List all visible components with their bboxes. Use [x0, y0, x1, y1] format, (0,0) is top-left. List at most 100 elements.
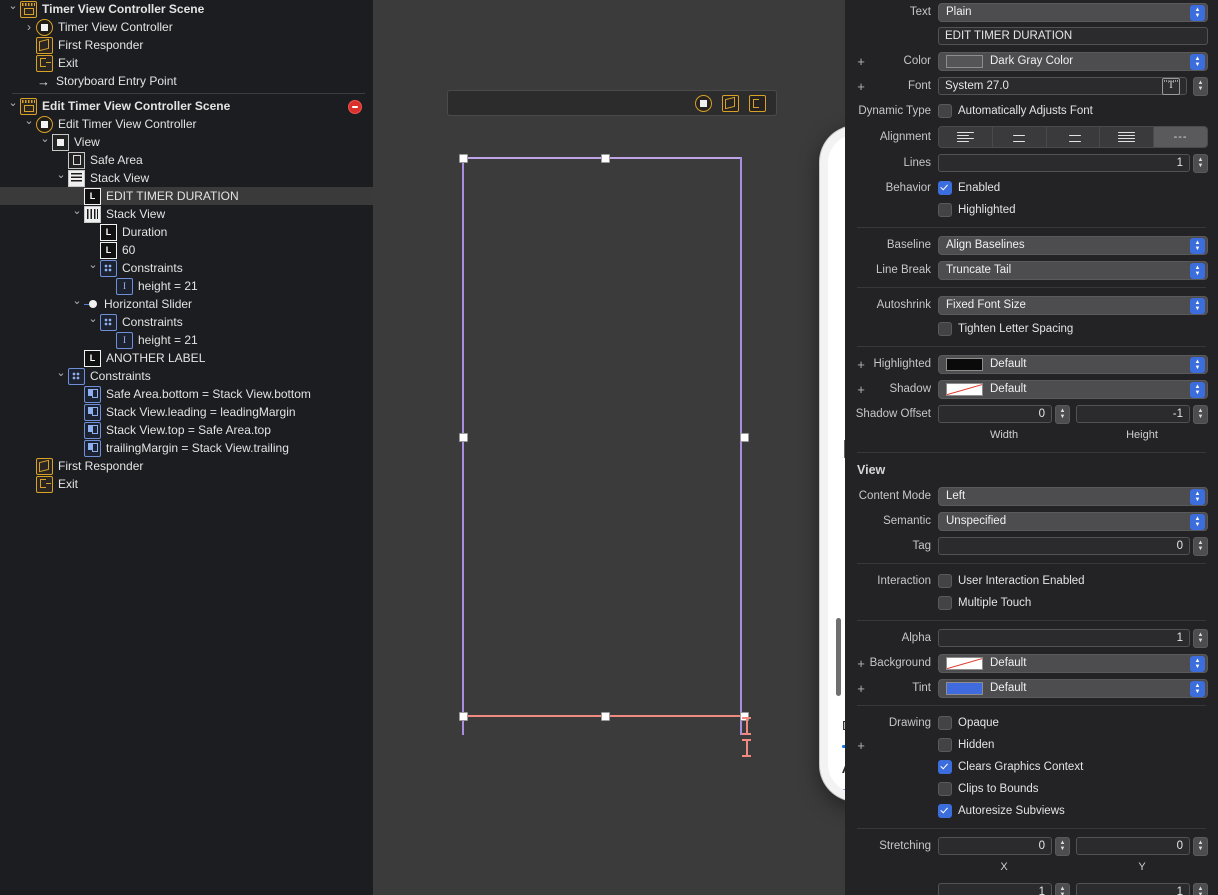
add-highlighted-variation-icon[interactable]: + [855, 358, 867, 371]
row-text-value[interactable]: EDIT TIMER DURATION [845, 26, 1218, 46]
chevron-updown-icon[interactable]: ▲ ▼ [1190, 263, 1205, 279]
row-behavior-enabled[interactable]: Behavior Enabled [845, 178, 1218, 198]
shadow-offset-height-input[interactable]: -1 [1076, 405, 1190, 423]
stretching-width-stepper[interactable]: ▲ ▼ [1055, 882, 1070, 895]
outline-row[interactable]: ⌄ Edit Timer View Controller [0, 115, 373, 133]
tighten-letter-spacing-checkbox[interactable] [938, 322, 952, 336]
disclosure-triangle-icon[interactable]: ⌄ [86, 259, 100, 271]
canvas-vertical-scrollbar[interactable] [836, 618, 841, 696]
background-color-popup[interactable]: Default ▲ ▼ [938, 653, 1208, 673]
row-stretching-wh[interactable]: 1 ▲ ▼ 1 ▲ ▼ [845, 882, 1218, 895]
chevron-updown-icon[interactable]: ▲ ▼ [1190, 238, 1205, 254]
row-drawing-clips[interactable]: Clips to Bounds [845, 779, 1218, 799]
stretching-y-stepper[interactable]: ▲ ▼ [1193, 836, 1208, 856]
disclosure-triangle-icon[interactable]: ⌄ [86, 313, 100, 325]
chevron-updown-icon[interactable]: ▲ ▼ [1190, 489, 1205, 505]
add-tint-variation-icon[interactable]: + [855, 682, 867, 695]
clears-graphics-context-checkbox[interactable] [938, 760, 952, 774]
outline-row[interactable]: ⌄ Timer View Controller Scene [0, 0, 373, 18]
dock-first-responder-icon[interactable] [722, 94, 739, 112]
outline-row[interactable]: Stack View.leading = leadingMargin [0, 403, 373, 421]
outline-row[interactable]: Exit [0, 475, 373, 493]
disclosure-triangle-icon[interactable]: ⌄ [54, 169, 68, 181]
tag-input[interactable]: 0 [938, 537, 1190, 555]
outline-row[interactable]: › Timer View Controller [0, 18, 373, 36]
alignment-right-button[interactable] [1047, 127, 1101, 147]
outline-row[interactable]: Exit [0, 54, 373, 72]
chevron-updown-icon[interactable]: ▲ ▼ [1190, 298, 1205, 314]
attributes-inspector-panel[interactable]: Text Plain ▲ ▼ EDIT TIMER DURATION + Colo… [845, 0, 1218, 895]
outline-row[interactable]: ⌄ Constraints [0, 259, 373, 277]
disclosure-triangle-icon[interactable]: ⌄ [70, 295, 84, 307]
selection-handle-top-left[interactable] [458, 153, 468, 163]
document-outline-panel[interactable]: ⌄ Timer View Controller Scene › Timer View … [0, 0, 373, 895]
dock-exit-icon[interactable] [749, 94, 766, 112]
selection-handle-bottom-right[interactable] [740, 711, 749, 721]
add-background-variation-icon[interactable]: + [855, 657, 867, 670]
row-alignment[interactable]: Alignment --- [845, 126, 1218, 148]
text-style-popup[interactable]: Plain ▲ ▼ [938, 2, 1208, 22]
outline-row[interactable]: trailingMargin = Stack View.trailing [0, 439, 373, 457]
outline-row[interactable]: → Storyboard Entry Point [0, 72, 373, 90]
outline-row[interactable]: L EDIT TIMER DURATION [0, 187, 373, 205]
shadow-offset-width-stepper[interactable]: ▲ ▼ [1055, 404, 1070, 424]
disclosure-triangle-icon[interactable]: ⌄ [54, 367, 68, 379]
selection-handle-bottom-center[interactable] [601, 711, 610, 721]
outline-row[interactable]: ⌄ Constraints [0, 367, 373, 385]
auto-adjusts-font-checkbox[interactable] [938, 104, 952, 118]
content-mode-popup[interactable]: Left ▲ ▼ [938, 486, 1208, 506]
disclosure-triangle-icon[interactable]: ⌄ [22, 115, 36, 127]
outline-row[interactable]: L Duration [0, 223, 373, 241]
outline-tree[interactable]: ⌄ Timer View Controller Scene › Timer View … [0, 0, 373, 493]
row-baseline[interactable]: Baseline Align Baselines ▲ ▼ [845, 235, 1218, 255]
device-preview[interactable]: EDIT TIMER DURATION Duration 60 ANOTHER … [820, 126, 845, 801]
shadow-offset-height-stepper[interactable]: ▲ ▼ [1193, 404, 1208, 424]
outline-row[interactable]: ⌄ Horizontal Slider [0, 295, 373, 313]
add-font-variation-icon[interactable]: + [855, 80, 867, 93]
row-text-style[interactable]: Text Plain ▲ ▼ [845, 2, 1218, 22]
scene-dock-bar[interactable] [447, 90, 777, 116]
outline-row[interactable]: First Responder [0, 36, 373, 54]
alignment-natural-button[interactable]: --- [1154, 127, 1207, 147]
row-line-break[interactable]: Line Break Truncate Tail ▲ ▼ [845, 260, 1218, 280]
row-color[interactable]: + Color Dark Gray Color ▲ ▼ [845, 51, 1218, 71]
highlighted-color-popup[interactable]: Default ▲ ▼ [938, 354, 1208, 374]
hidden-checkbox[interactable] [938, 738, 952, 752]
text-color-popup[interactable]: Dark Gray Color ▲ ▼ [938, 51, 1208, 71]
stretching-x-stepper[interactable]: ▲ ▼ [1055, 836, 1070, 856]
chevron-updown-icon[interactable]: ▲ ▼ [1190, 681, 1205, 697]
row-drawing-hidden[interactable]: + Hidden [845, 735, 1218, 755]
chevron-updown-icon[interactable]: ▲ ▼ [1190, 656, 1205, 672]
row-lines[interactable]: Lines 1 ▲ ▼ [845, 153, 1218, 173]
row-tint[interactable]: + Tint Default ▲ ▼ [845, 678, 1218, 698]
stretching-y-input[interactable]: 0 [1076, 837, 1190, 855]
row-multiple-touch[interactable]: Multiple Touch [845, 593, 1218, 613]
row-semantic[interactable]: Semantic Unspecified ▲ ▼ [845, 511, 1218, 531]
outline-row[interactable]: ⌄ Stack View [0, 169, 373, 187]
lines-stepper[interactable]: ▲ ▼ [1193, 153, 1208, 173]
selection-handle-mid-left[interactable] [458, 433, 468, 442]
outline-row[interactable]: Stack View.top = Safe Area.top [0, 421, 373, 439]
add-hidden-variation-icon[interactable]: + [855, 739, 867, 752]
font-picker-icon[interactable]: T [1162, 77, 1180, 95]
row-drawing-autoresize[interactable]: Autoresize Subviews [845, 801, 1218, 821]
row-drawing-clears[interactable]: Clears Graphics Context [845, 757, 1218, 777]
outline-row[interactable]: Iheight = 21 [0, 331, 373, 349]
alignment-left-button[interactable] [939, 127, 993, 147]
row-drawing-opaque[interactable]: Drawing Opaque [845, 713, 1218, 733]
alpha-stepper[interactable]: ▲ ▼ [1193, 628, 1208, 648]
outline-row[interactable]: Iheight = 21 [0, 277, 373, 295]
stretching-width-input[interactable]: 1 [938, 883, 1052, 895]
tag-stepper[interactable]: ▲ ▼ [1193, 536, 1208, 556]
chevron-updown-icon[interactable]: ▲ ▼ [1190, 357, 1205, 373]
row-autoshrink[interactable]: Autoshrink Fixed Font Size ▲ ▼ [845, 295, 1218, 315]
row-shadow-offset[interactable]: Shadow Offset 0 ▲ ▼ -1 ▲ ▼ [845, 404, 1218, 424]
shadow-color-popup[interactable]: Default ▲ ▼ [938, 379, 1208, 399]
selection-handle-mid-right[interactable] [740, 433, 749, 442]
outline-row[interactable]: Safe Area [0, 151, 373, 169]
selection-handle-bottom-left[interactable] [458, 711, 468, 721]
user-interaction-enabled-checkbox[interactable] [938, 574, 952, 588]
outline-row[interactable]: ⌄ Constraints [0, 313, 373, 331]
autoresize-subviews-checkbox[interactable] [938, 804, 952, 818]
chevron-updown-icon[interactable]: ▲ ▼ [1190, 5, 1205, 21]
